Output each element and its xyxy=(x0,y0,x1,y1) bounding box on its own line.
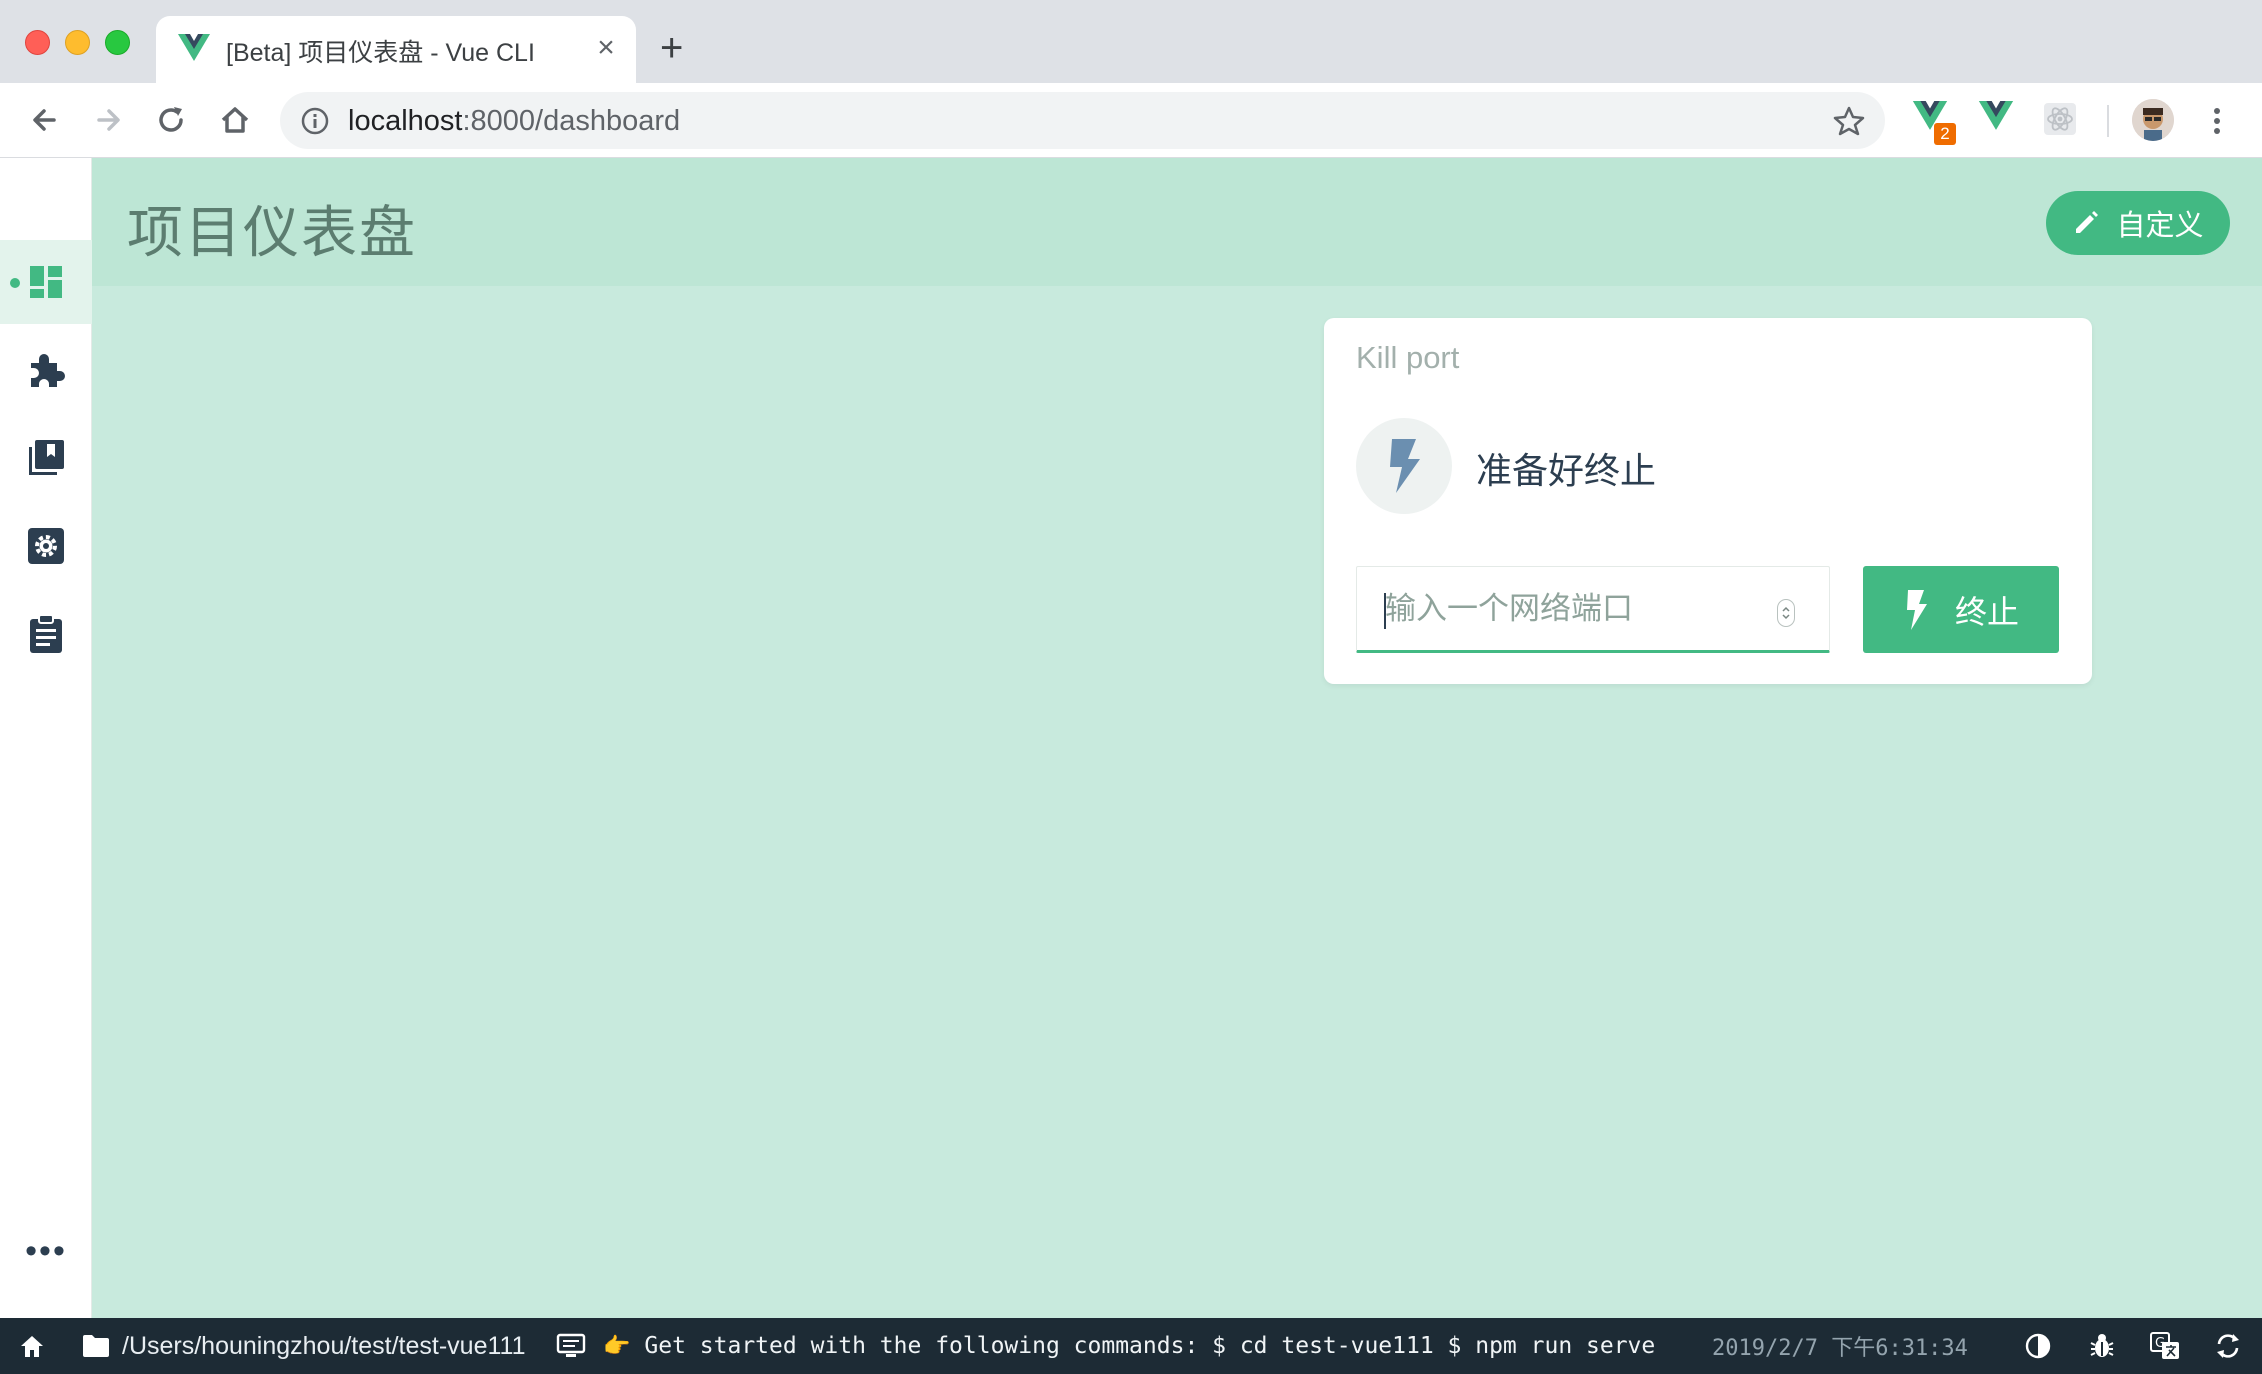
home-icon[interactable] xyxy=(214,99,256,141)
window-maximize-button[interactable] xyxy=(105,30,130,55)
forward-arrow-icon[interactable] xyxy=(87,99,129,141)
window-minimize-button[interactable] xyxy=(65,30,90,55)
kill-label: 终止 xyxy=(1954,593,2019,630)
vue-devtools-extension[interactable]: 2 xyxy=(1912,101,1956,145)
vue-extension-icon xyxy=(1978,101,2014,130)
profile-avatar[interactable] xyxy=(2132,99,2174,141)
vue-extension-2[interactable] xyxy=(1978,101,2018,141)
url-host: localhost xyxy=(348,105,463,137)
browser-tab-strip: [Beta] 项目仪表盘 - Vue CLI × + xyxy=(0,0,2262,83)
react-devtools-extension[interactable] xyxy=(2042,101,2082,141)
library-books-icon xyxy=(29,440,64,475)
sidebar-item-plugins[interactable] xyxy=(0,328,92,412)
extension-badge: 2 xyxy=(1934,123,1956,145)
flash-icon xyxy=(1390,439,1420,493)
refresh-icon xyxy=(2217,1334,2239,1358)
log-pointer-icon: 👉 xyxy=(603,1333,631,1358)
clipboard-icon xyxy=(30,614,62,653)
dashboard-icon xyxy=(30,266,62,298)
tab-close-icon[interactable]: × xyxy=(588,30,624,66)
info-icon[interactable] xyxy=(300,106,330,136)
sidebar-item-tasks[interactable] xyxy=(0,592,92,676)
text-caret xyxy=(1384,593,1386,629)
tab-title: [Beta] 项目仪表盘 - Vue CLI xyxy=(226,39,535,67)
kill-button[interactable]: 终止 xyxy=(1863,566,2059,653)
port-input-field[interactable] xyxy=(1356,566,1830,653)
bookmark-star-icon[interactable] xyxy=(1833,105,1865,137)
vue-ui-app: ••• 项目仪表盘 自定义 Kill port 准备好终止 输入一个网络端口 终… xyxy=(0,158,2262,1318)
browser-menu-icon[interactable] xyxy=(2205,101,2229,141)
url-text: localhost:8000/dashboard xyxy=(348,105,680,138)
dark-mode-icon xyxy=(2025,1333,2051,1359)
page-header: 项目仪表盘 自定义 xyxy=(92,158,2262,286)
kill-port-widget: Kill port 准备好终止 输入一个网络端口 终止 xyxy=(1324,318,2092,684)
flash-icon xyxy=(1906,589,1927,630)
status-bar: /Users/houningzhou/test/test-vue111 👉 Ge… xyxy=(0,1318,2262,1374)
profile-avatar-icon xyxy=(2132,99,2174,141)
statusbar-bug-report[interactable] xyxy=(2088,1318,2116,1374)
number-spinner[interactable] xyxy=(1777,599,1795,627)
puzzle-icon xyxy=(31,354,65,387)
folder-icon xyxy=(83,1335,109,1357)
home-icon xyxy=(21,1336,43,1357)
sidebar-item-dependencies[interactable] xyxy=(0,416,92,500)
back-arrow-icon[interactable] xyxy=(24,99,66,141)
statusbar-refresh[interactable] xyxy=(2214,1318,2242,1374)
url-path: :8000/dashboard xyxy=(462,105,681,137)
statusbar-translate[interactable]: G xyxy=(2150,1318,2180,1374)
browser-tab-active[interactable]: [Beta] 项目仪表盘 - Vue CLI × xyxy=(156,16,636,83)
statusbar-home-button[interactable] xyxy=(18,1318,46,1374)
bug-icon xyxy=(2090,1334,2114,1357)
settings-box-icon xyxy=(28,528,64,564)
reload-icon[interactable] xyxy=(150,99,192,141)
new-tab-button[interactable]: + xyxy=(660,28,683,68)
console-log-icon xyxy=(556,1333,586,1357)
window-close-button[interactable] xyxy=(25,30,50,55)
sidebar-item-configuration[interactable] xyxy=(0,504,92,588)
dashboard-main: 项目仪表盘 自定义 Kill port 准备好终止 输入一个网络端口 终止 xyxy=(92,158,2262,1318)
project-path-text: /Users/houningzhou/test/test-vue111 xyxy=(122,1331,526,1360)
statusbar-last-log[interactable]: 👉 Get started with the following command… xyxy=(603,1318,1655,1374)
customize-button[interactable]: 自定义 xyxy=(2046,191,2230,255)
kill-status-text: 准备好终止 xyxy=(1476,450,1657,491)
statusbar-console-button[interactable] xyxy=(556,1318,586,1374)
status-icon-container xyxy=(1356,418,1452,514)
customize-label: 自定义 xyxy=(2116,210,2204,242)
statusbar-project-path[interactable]: /Users/houningzhou/test/test-vue111 xyxy=(82,1318,525,1374)
sidebar-item-dashboard[interactable] xyxy=(0,240,92,324)
log-message: Get started with the following commands:… xyxy=(644,1333,1656,1359)
pencil-icon xyxy=(2076,211,2099,233)
port-input[interactable] xyxy=(1357,567,1777,651)
sidebar: ••• xyxy=(0,158,92,1318)
spinner-arrows-icon xyxy=(1782,606,1790,620)
log-timestamp: 2019/2/7 下午6:31:34 xyxy=(1712,1336,1968,1361)
toolbar-separator xyxy=(2107,105,2109,137)
react-extension-icon xyxy=(2044,103,2076,135)
statusbar-theme-toggle[interactable] xyxy=(2024,1318,2052,1374)
widget-title: Kill port xyxy=(1356,340,1460,375)
address-bar[interactable]: localhost:8000/dashboard xyxy=(280,92,1885,149)
browser-toolbar: localhost:8000/dashboard 2 xyxy=(0,83,2262,158)
vue-logo-icon xyxy=(178,34,210,61)
page-title: 项目仪表盘 xyxy=(127,201,417,266)
translate-icon: G xyxy=(2150,1332,2179,1359)
sidebar-more-button[interactable]: ••• xyxy=(0,1234,92,1278)
statusbar-log-time: 2019/2/7 下午6:31:34 xyxy=(1712,1318,1968,1374)
